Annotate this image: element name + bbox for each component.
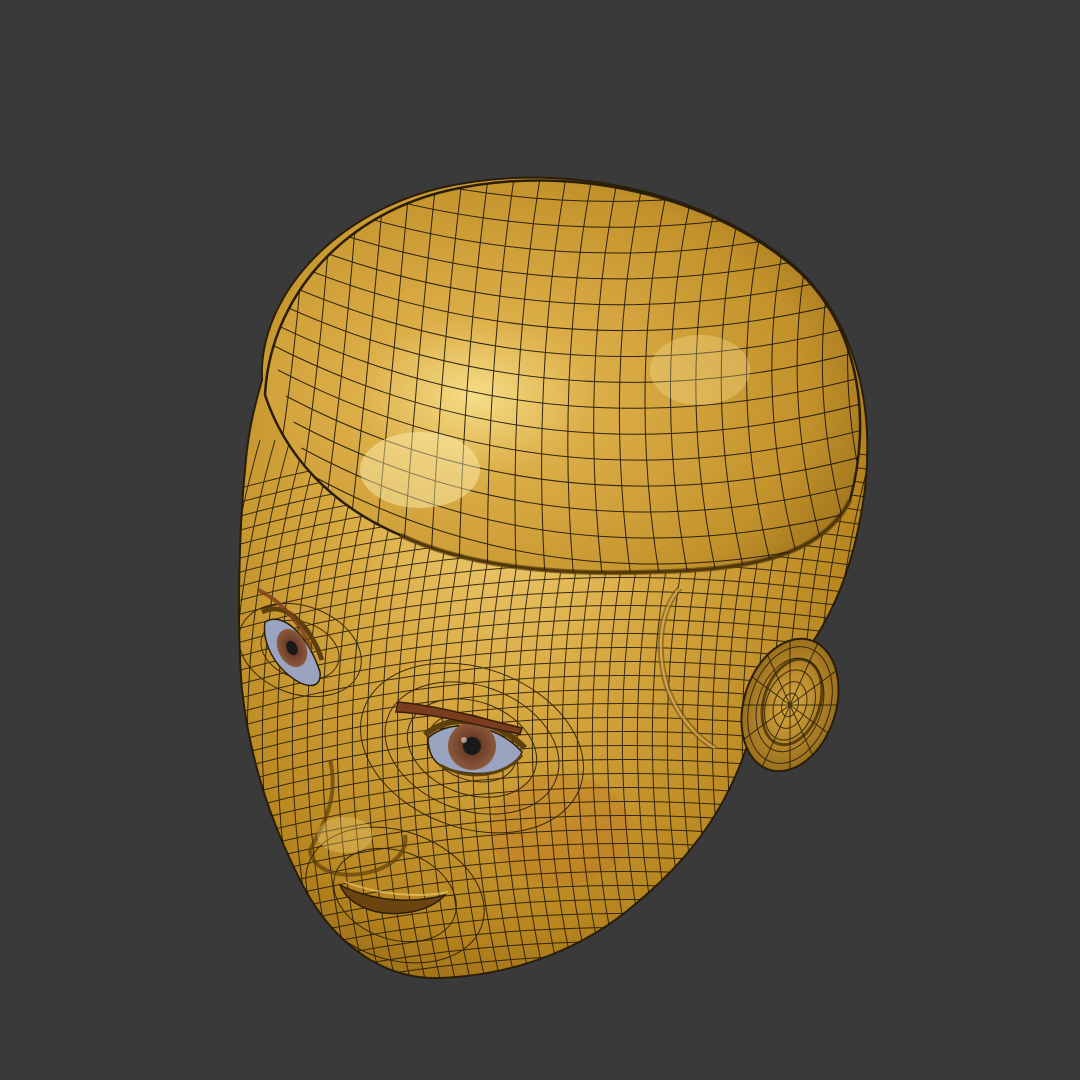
3d-viewport[interactable]: [0, 0, 1080, 1080]
hair-cap-mesh: [263, 179, 862, 576]
head-render: [238, 176, 869, 980]
